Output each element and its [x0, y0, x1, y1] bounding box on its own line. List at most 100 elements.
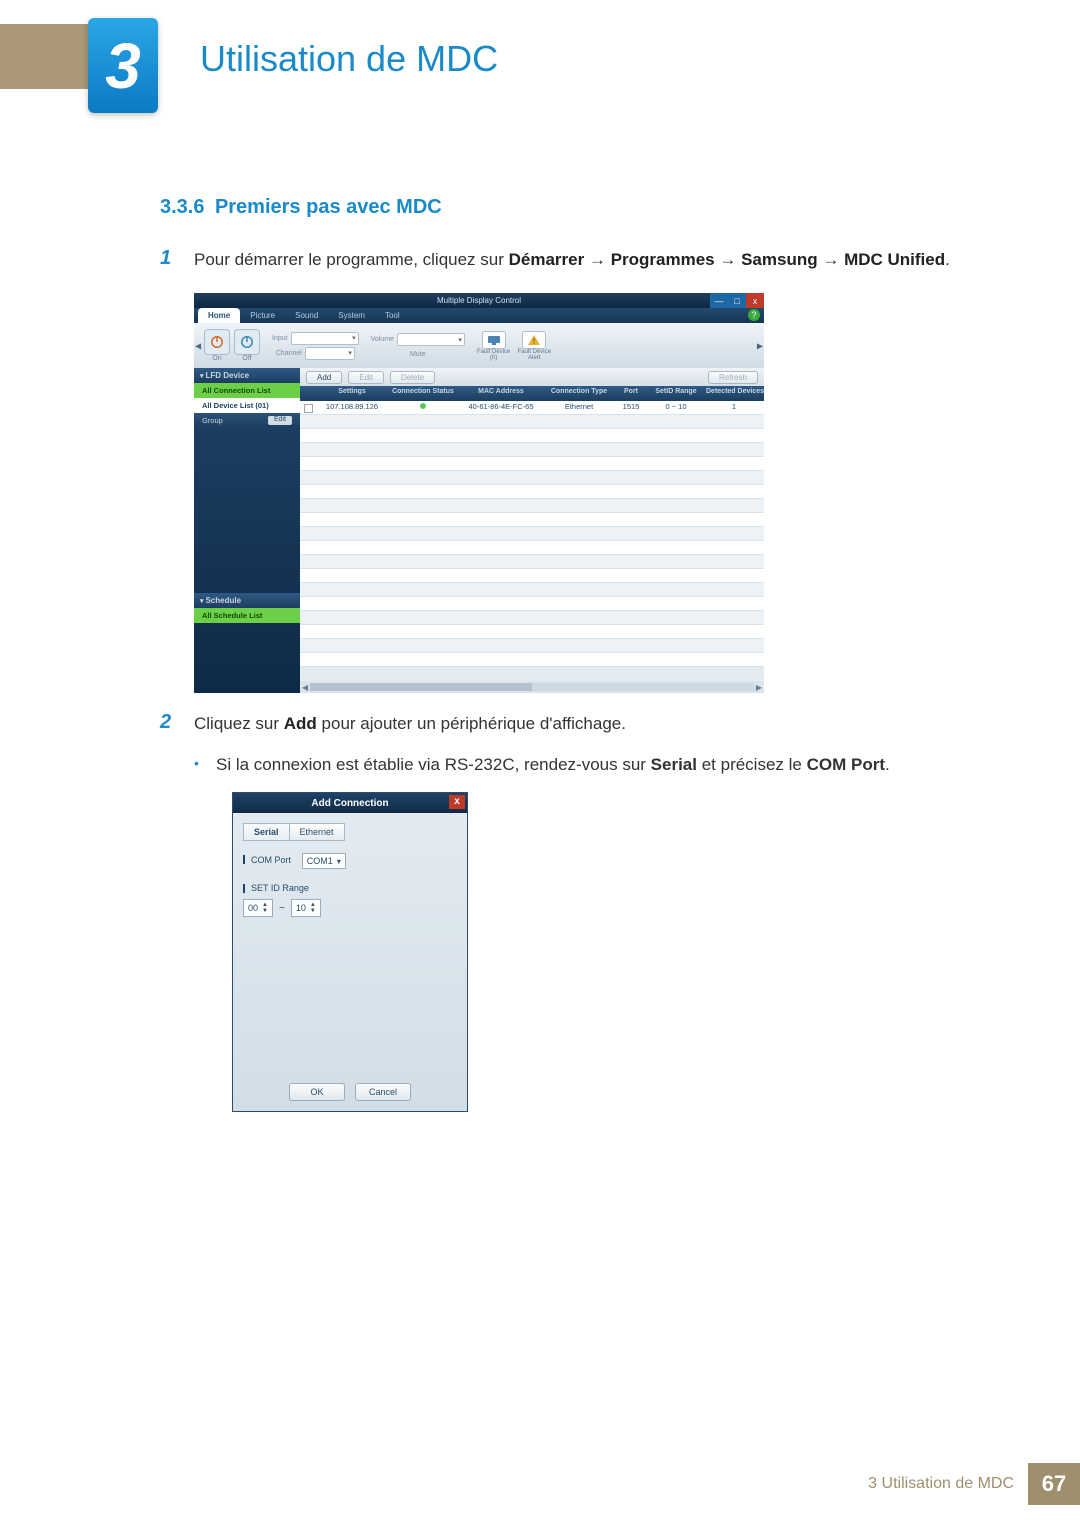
fault-alert-label: Fault Device Alert — [514, 349, 554, 361]
svg-text:!: ! — [533, 337, 535, 346]
fault-alert-button[interactable]: ! Fault Device Alert — [514, 331, 554, 361]
scrollbar-thumb[interactable] — [310, 683, 532, 691]
add-button[interactable]: Add — [306, 371, 342, 384]
sidebar-bottom-pad — [194, 623, 300, 693]
sidebar-group-edit[interactable]: Edit — [268, 416, 292, 425]
table-row — [300, 443, 764, 457]
refresh-button[interactable]: Refresh — [708, 371, 758, 384]
table-row — [300, 471, 764, 485]
scroll-right-icon[interactable]: ▶ — [756, 683, 762, 692]
horizontal-scrollbar[interactable]: ◀ ▶ — [300, 681, 764, 693]
table-row — [300, 527, 764, 541]
mdc-app-window: Multiple Display Control — □ x Home Pict… — [194, 293, 764, 693]
step-1: 1 Pour démarrer le programme, cliquez su… — [160, 247, 1000, 273]
power-on-icon — [210, 335, 224, 349]
mute-button[interactable]: Mute — [410, 351, 426, 358]
row-settings: 107.108.89.126 — [316, 401, 388, 414]
edit-button[interactable]: Edit — [348, 371, 384, 384]
step1-b3: Samsung — [741, 250, 818, 269]
b1-pre: Si la connexion est établie via RS-232C,… — [216, 755, 651, 774]
step1-post: . — [945, 250, 950, 269]
sidebar-all-schedule[interactable]: All Schedule List — [194, 608, 300, 623]
b1-mid: et précisez le — [697, 755, 807, 774]
mdc-ribbon: ◀ ▶ On Off Input — [194, 323, 764, 368]
b1-b1: Serial — [651, 755, 697, 774]
channel-spinner[interactable] — [305, 347, 355, 360]
row-detected: 1 — [704, 401, 764, 414]
table-row — [300, 611, 764, 625]
spinner-buttons-icon[interactable]: ▲▼ — [262, 902, 268, 914]
com-port-select[interactable]: COM1 ▾ — [302, 853, 346, 869]
tab-system[interactable]: System — [328, 308, 375, 323]
tab-ethernet[interactable]: Ethernet — [290, 823, 345, 841]
dialog-close-button[interactable]: x — [449, 795, 465, 809]
fault-group: Fault Device (0) ! Fault Device Alert — [471, 331, 560, 361]
ok-button[interactable]: OK — [289, 1083, 345, 1101]
tab-sound[interactable]: Sound — [285, 308, 328, 323]
volume-select[interactable] — [397, 333, 465, 346]
scrollbar-track[interactable] — [310, 683, 754, 691]
sidebar-group[interactable]: Group Edit — [194, 413, 300, 428]
range-to-spinner[interactable]: 10 ▲▼ — [291, 899, 321, 917]
input-select[interactable] — [291, 332, 359, 345]
row-conntype: Ethernet — [544, 401, 614, 414]
delete-button[interactable]: Delete — [390, 371, 435, 384]
sidebar-all-device[interactable]: All Device List (01) — [194, 398, 300, 413]
step1-b2: Programmes — [611, 250, 715, 269]
spinner-buttons-icon[interactable]: ▲▼ — [310, 902, 316, 914]
maximize-button[interactable]: □ — [728, 293, 746, 308]
step-2: 2 Cliquez sur Add pour ajouter un périph… — [160, 711, 1000, 737]
table-row — [300, 541, 764, 555]
step1-a1: → — [584, 250, 610, 269]
step-1-number: 1 — [160, 247, 194, 273]
ribbon-scroll-left-icon[interactable]: ◀ — [195, 341, 201, 350]
b1-post: . — [885, 755, 890, 774]
chevron-down-icon: ▾ — [337, 857, 341, 866]
help-icon[interactable]: ? — [748, 309, 760, 321]
table-row — [300, 457, 764, 471]
fault-device-button[interactable]: Fault Device (0) — [477, 331, 510, 361]
power-off-button[interactable] — [234, 329, 260, 355]
sidebar-all-connection[interactable]: All Connection List — [194, 383, 300, 398]
tab-tool[interactable]: Tool — [375, 308, 410, 323]
table-row — [300, 653, 764, 667]
col-status: Connection Status — [388, 386, 458, 401]
ribbon-scroll-right-icon[interactable]: ▶ — [757, 341, 763, 350]
sidebar-group-label: Group — [202, 416, 223, 425]
sidebar-schedule-header[interactable]: Schedule — [194, 593, 300, 608]
input-label: Input — [272, 335, 288, 342]
channel-label: Channel — [276, 350, 302, 357]
step-1-text: Pour démarrer le programme, cliquez sur … — [194, 247, 950, 273]
table-row — [300, 625, 764, 639]
setid-range-controls: 00 ▲▼ ~ 10 ▲▼ — [243, 899, 457, 917]
add-connection-dialog: Add Connection x Serial Ethernet COM Por… — [232, 792, 468, 1112]
page-number: 67 — [1028, 1463, 1080, 1505]
step-2-text: Cliquez sur Add pour ajouter un périphér… — [194, 711, 626, 737]
step1-a3: → — [818, 250, 844, 269]
b1-b2: COM Port — [807, 755, 885, 774]
step1-pre: Pour démarrer le programme, cliquez sur — [194, 250, 509, 269]
power-on-label: On — [204, 355, 230, 362]
tab-home[interactable]: Home — [198, 308, 240, 323]
tab-serial[interactable]: Serial — [243, 823, 290, 841]
col-detected: Detected Devices — [704, 386, 764, 401]
range-from-value: 00 — [248, 903, 258, 913]
power-on-button[interactable] — [204, 329, 230, 355]
scroll-left-icon[interactable]: ◀ — [302, 683, 308, 692]
col-settings: Settings — [316, 386, 388, 401]
range-from-spinner[interactable]: 00 ▲▼ — [243, 899, 273, 917]
minimize-button[interactable]: — — [710, 293, 728, 308]
table-row — [300, 415, 764, 429]
section-heading: 3.3.6 Premiers pas avec MDC — [160, 196, 1000, 219]
sidebar-lfd-header[interactable]: LFD Device — [194, 368, 300, 383]
row-checkbox[interactable] — [300, 401, 316, 414]
step2-b1: Add — [284, 714, 317, 733]
close-button[interactable]: x — [746, 293, 764, 308]
cancel-button[interactable]: Cancel — [355, 1083, 411, 1101]
bullet-1-text: Si la connexion est établie via RS-232C,… — [216, 752, 890, 778]
table-row[interactable]: 107.108.89.126 40-61-86-4E-FC-65 Etherne… — [300, 401, 764, 415]
com-port-label: COM Port — [243, 855, 291, 865]
table-row — [300, 555, 764, 569]
tab-picture[interactable]: Picture — [240, 308, 285, 323]
table-row — [300, 583, 764, 597]
